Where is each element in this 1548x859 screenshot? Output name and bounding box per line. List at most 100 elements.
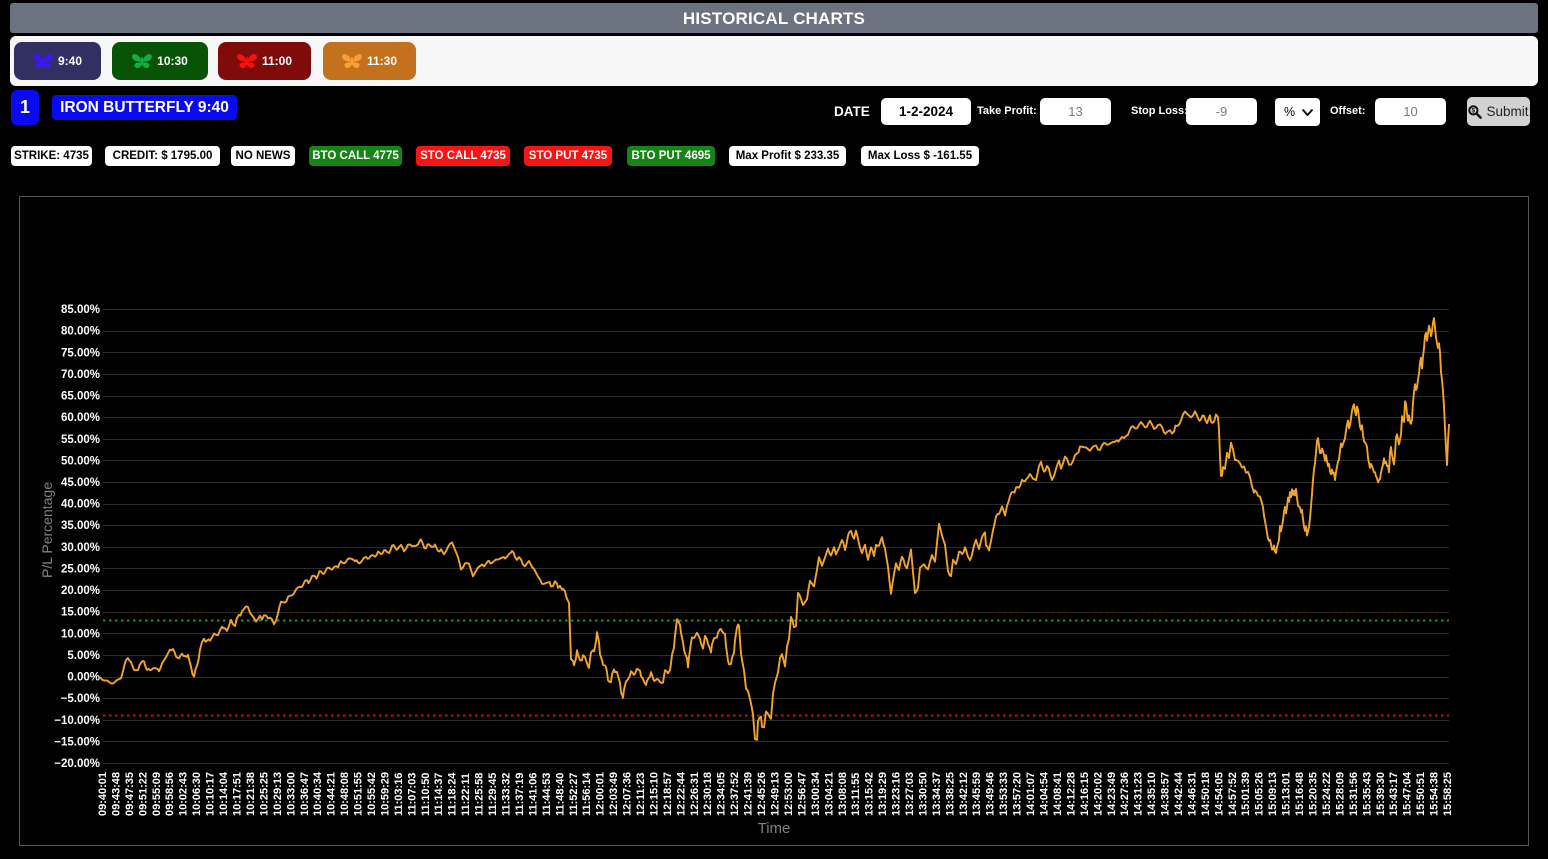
svg-text:14:12:28: 14:12:28	[1065, 772, 1077, 816]
svg-text:13:53:33: 13:53:33	[998, 772, 1010, 816]
svg-text:11:48:40: 11:48:40	[554, 773, 566, 816]
svg-text:20.00%: 20.00%	[61, 585, 100, 597]
svg-text:13:27:03: 13:27:03	[904, 772, 916, 816]
svg-text:12:56:47: 12:56:47	[796, 772, 808, 816]
svg-text:12:00:01: 12:00:01	[595, 772, 607, 816]
svg-text:13:00:34: 13:00:34	[810, 771, 822, 816]
svg-text:30.00%: 30.00%	[61, 542, 100, 554]
svg-text:15:54:38: 15:54:38	[1429, 772, 1441, 816]
svg-text:10:29:13: 10:29:13	[272, 772, 284, 816]
svg-text:14:38:57: 14:38:57	[1160, 772, 1172, 816]
svg-text:12:18:57: 12:18:57	[662, 772, 674, 816]
svg-text:−5.00%: −5.00%	[61, 693, 100, 705]
svg-text:25.00%: 25.00%	[61, 564, 100, 576]
svg-text:10:59:29: 10:59:29	[379, 772, 391, 816]
svg-text:15:13:01: 15:13:01	[1281, 772, 1293, 816]
svg-text:14:20:02: 14:20:02	[1092, 772, 1104, 816]
svg-text:40.00%: 40.00%	[61, 499, 100, 511]
svg-text:12:07:36: 12:07:36	[622, 772, 634, 816]
svg-text:35.00%: 35.00%	[61, 520, 100, 532]
svg-text:12:34:05: 12:34:05	[716, 772, 728, 816]
svg-text:10:33:00: 10:33:00	[285, 772, 297, 816]
svg-text:15:35:43: 15:35:43	[1361, 772, 1373, 816]
svg-text:09:51:22: 09:51:22	[137, 772, 149, 816]
svg-text:65.00%: 65.00%	[61, 391, 100, 403]
svg-text:14:01:07: 14:01:07	[1025, 772, 1037, 816]
svg-text:12:11:23: 12:11:23	[635, 773, 647, 816]
svg-text:10:36:47: 10:36:47	[299, 772, 311, 816]
svg-text:13:57:20: 13:57:20	[1012, 772, 1024, 816]
svg-text:13:04:21: 13:04:21	[823, 772, 835, 816]
svg-text:14:31:23: 14:31:23	[1133, 772, 1145, 816]
svg-text:14:08:41: 14:08:41	[1052, 772, 1064, 816]
svg-text:15:16:48: 15:16:48	[1294, 772, 1306, 816]
svg-text:10:21:38: 10:21:38	[245, 772, 257, 816]
svg-text:15:58:25: 15:58:25	[1442, 772, 1454, 816]
svg-text:12:26:31: 12:26:31	[689, 772, 701, 816]
svg-text:14:57:52: 14:57:52	[1227, 772, 1239, 816]
svg-text:09:55:09: 09:55:09	[151, 772, 163, 816]
svg-text:45.00%: 45.00%	[61, 477, 100, 489]
svg-text:12:53:00: 12:53:00	[783, 772, 795, 816]
svg-text:15:43:17: 15:43:17	[1388, 772, 1400, 816]
svg-text:10:44:21: 10:44:21	[326, 772, 338, 816]
svg-text:10:48:08: 10:48:08	[339, 772, 351, 816]
svg-text:10:17:51: 10:17:51	[232, 772, 244, 816]
svg-text:11:52:27: 11:52:27	[568, 773, 580, 816]
svg-text:10:25:25: 10:25:25	[258, 772, 270, 816]
svg-text:15.00%: 15.00%	[61, 607, 100, 619]
svg-text:11:41:06: 11:41:06	[527, 773, 539, 816]
svg-text:09:58:56: 09:58:56	[164, 772, 176, 816]
svg-text:11:22:11: 11:22:11	[460, 773, 472, 816]
svg-text:13:19:29: 13:19:29	[877, 772, 889, 816]
svg-text:14:27:36: 14:27:36	[1119, 772, 1131, 816]
svg-text:P/L Percentage: P/L Percentage	[39, 482, 55, 578]
svg-text:11:56:14: 11:56:14	[581, 772, 593, 816]
svg-text:15:01:39: 15:01:39	[1240, 772, 1252, 816]
svg-text:14:04:54: 14:04:54	[1039, 771, 1051, 816]
svg-text:10:10:17: 10:10:17	[205, 772, 217, 816]
svg-text:15:05:26: 15:05:26	[1254, 772, 1266, 816]
svg-text:12:45:26: 12:45:26	[756, 772, 768, 816]
svg-text:14:50:18: 14:50:18	[1200, 772, 1212, 816]
svg-text:13:42:12: 13:42:12	[958, 772, 970, 816]
svg-text:14:54:05: 14:54:05	[1213, 772, 1225, 816]
svg-text:−10.00%: −10.00%	[54, 715, 100, 727]
svg-text:14:23:49: 14:23:49	[1106, 772, 1118, 816]
svg-text:09:47:35: 09:47:35	[124, 772, 136, 816]
svg-text:12:30:18: 12:30:18	[702, 772, 714, 816]
svg-text:12:03:49: 12:03:49	[608, 772, 620, 816]
svg-text:14:46:31: 14:46:31	[1187, 772, 1199, 816]
svg-text:11:10:50: 11:10:50	[420, 773, 432, 816]
svg-text:12:22:44: 12:22:44	[675, 771, 687, 816]
svg-text:15:39:30: 15:39:30	[1375, 772, 1387, 816]
svg-text:11:37:19: 11:37:19	[514, 773, 526, 816]
svg-text:15:09:13: 15:09:13	[1267, 772, 1279, 816]
svg-text:14:16:15: 14:16:15	[1079, 772, 1091, 816]
svg-text:70.00%: 70.00%	[61, 369, 100, 381]
svg-text:15:50:51: 15:50:51	[1415, 772, 1427, 816]
svg-text:13:38:25: 13:38:25	[944, 772, 956, 816]
svg-text:15:20:35: 15:20:35	[1308, 772, 1320, 816]
svg-text:15:31:56: 15:31:56	[1348, 772, 1360, 816]
svg-text:50.00%: 50.00%	[61, 455, 100, 467]
svg-text:11:14:37: 11:14:37	[433, 773, 445, 816]
svg-text:15:28:09: 15:28:09	[1334, 772, 1346, 816]
svg-text:75.00%: 75.00%	[61, 347, 100, 359]
svg-text:Time: Time	[758, 820, 791, 837]
svg-text:09:40:01: 09:40:01	[97, 772, 109, 816]
svg-text:13:30:50: 13:30:50	[917, 772, 929, 816]
svg-text:11:29:45: 11:29:45	[487, 773, 499, 816]
svg-text:09:43:48: 09:43:48	[111, 772, 123, 816]
svg-text:11:25:58: 11:25:58	[474, 773, 486, 816]
svg-text:10:02:43: 10:02:43	[178, 772, 190, 816]
svg-text:55.00%: 55.00%	[61, 434, 100, 446]
svg-text:10:14:04: 10:14:04	[218, 771, 230, 816]
svg-text:11:44:53: 11:44:53	[541, 773, 553, 816]
svg-text:13:08:08: 13:08:08	[837, 772, 849, 816]
svg-text:13:15:42: 13:15:42	[864, 772, 876, 816]
svg-text:11:18:24: 11:18:24	[447, 772, 459, 816]
svg-text:11:03:16: 11:03:16	[393, 773, 405, 816]
svg-text:10:51:55: 10:51:55	[353, 772, 365, 816]
svg-text:15:24:22: 15:24:22	[1321, 772, 1333, 816]
